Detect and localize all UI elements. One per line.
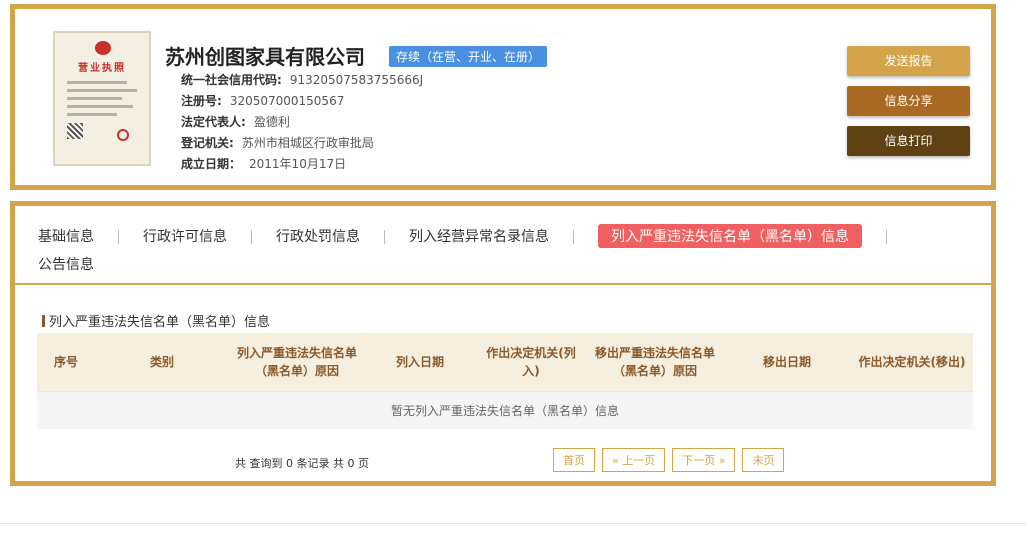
reg-number-label: 注册号: xyxy=(181,94,222,108)
pagination: 首页 « 上一页 下一页 » 末页 xyxy=(553,448,791,472)
credit-code-value: 91320507583755666J xyxy=(289,73,424,87)
pager-total: 共 查询到 0 条记录 共 0 页 xyxy=(235,457,369,470)
col-index: 序号 xyxy=(37,333,95,391)
reg-authority-label: 登记机关: xyxy=(181,136,234,150)
col-list-date: 列入日期 xyxy=(365,333,475,391)
legal-rep-label: 法定代表人: xyxy=(181,115,246,129)
next-page-button[interactable]: 下一页 » xyxy=(672,448,736,472)
blacklist-table: 序号 类别 列入严重违法失信名单（黑名单）原因 列入日期 作出决定机关(列入) … xyxy=(37,333,973,429)
license-text-line xyxy=(67,89,137,92)
tab-basic-info[interactable]: 基础信息 xyxy=(38,224,94,248)
reg-authority-row: 登记机关: 苏州市相城区行政审批局 xyxy=(181,134,374,151)
tab-admin-license[interactable]: 行政许可信息 xyxy=(143,224,227,248)
print-info-button[interactable]: 信息打印 xyxy=(847,126,970,156)
status-badge: 存续（在营、开业、在册） xyxy=(389,46,548,67)
blacklist-panel: 列入严重违法失信名单（黑名单）信息 序号 类别 列入严重违法失信名单（黑名单）原… xyxy=(10,285,996,486)
company-card: 营业执照 苏州创图家具有限公司 存续（在营、开业、在册） 统一社会信用代码: 91… xyxy=(10,4,996,190)
tab-separator xyxy=(573,230,574,244)
section-title: 列入严重违法失信名单（黑名单）信息 xyxy=(42,311,270,330)
table-header-row: 序号 类别 列入严重违法失信名单（黑名单）原因 列入日期 作出决定机关(列入) … xyxy=(37,333,973,391)
tab-row-1: 基础信息 行政许可信息 行政处罚信息 列入经营异常名录信息 列入严重违法失信名单（黑名单… xyxy=(38,224,911,248)
tab-admin-penalty[interactable]: 行政处罚信息 xyxy=(276,224,360,248)
legal-rep-value: 盈德利 xyxy=(253,115,290,129)
empty-message: 暂无列入严重违法失信名单（黑名单）信息 xyxy=(37,390,973,429)
col-list-authority: 作出决定机关(列入) xyxy=(475,333,587,391)
license-text-line xyxy=(67,81,127,84)
credit-code-row: 统一社会信用代码: 91320507583755666J xyxy=(181,71,423,88)
legal-rep-row: 法定代表人: 盈德利 xyxy=(181,113,290,130)
license-text-line xyxy=(67,105,133,108)
tab-separator xyxy=(886,230,887,244)
founded-date-label: 成立日期： xyxy=(181,157,242,171)
reg-number-row: 注册号: 320507000150567 xyxy=(181,92,344,109)
national-emblem-icon xyxy=(95,41,111,55)
col-remove-reason: 移出严重违法失信名单（黑名单）原因 xyxy=(587,333,723,391)
license-title: 营业执照 xyxy=(78,63,126,74)
prev-page-button[interactable]: « 上一页 xyxy=(602,448,666,472)
tab-separator xyxy=(118,230,119,244)
col-remove-authority: 作出决定机关(移出) xyxy=(851,333,973,391)
company-name: 苏州创图家具有限公司 xyxy=(165,45,365,69)
business-license-thumbnail[interactable]: 营业执照 xyxy=(53,31,151,166)
tab-blacklist[interactable]: 列入严重违法失信名单（黑名单）信息 xyxy=(598,224,862,248)
reg-authority-value: 苏州市相城区行政审批局 xyxy=(241,136,374,150)
tab-announcement[interactable]: 公告信息 xyxy=(38,252,94,276)
col-category: 类别 xyxy=(95,333,229,391)
empty-row: 暂无列入严重违法失信名单（黑名单）信息 xyxy=(37,390,973,429)
tab-row-2: 公告信息 xyxy=(38,252,94,276)
tab-abnormal-operation[interactable]: 列入经营异常名录信息 xyxy=(409,224,549,248)
first-page-button[interactable]: 首页 xyxy=(553,448,595,472)
col-list-reason: 列入严重违法失信名单（黑名单）原因 xyxy=(229,333,365,391)
tab-separator xyxy=(384,230,385,244)
credit-code-label: 统一社会信用代码: xyxy=(181,73,282,87)
official-seal-icon xyxy=(117,129,129,141)
founded-date-row: 成立日期： 2011年10月17日 xyxy=(181,155,346,172)
tab-separator xyxy=(251,230,252,244)
col-remove-date: 移出日期 xyxy=(723,333,851,391)
send-report-button[interactable]: 发送报告 xyxy=(847,46,970,76)
last-page-button[interactable]: 末页 xyxy=(742,448,785,472)
share-info-button[interactable]: 信息分享 xyxy=(847,86,970,116)
reg-number-value: 320507000150567 xyxy=(229,94,345,108)
footer-divider xyxy=(0,523,1027,524)
license-text-line xyxy=(67,113,117,116)
qr-code-icon xyxy=(67,123,83,139)
license-text-line xyxy=(67,97,122,100)
founded-date-value: 2011年10月17日 xyxy=(249,157,347,171)
info-tabs-panel: 基础信息 行政许可信息 行政处罚信息 列入经营异常名录信息 列入严重违法失信名单（黑名单… xyxy=(10,201,996,287)
